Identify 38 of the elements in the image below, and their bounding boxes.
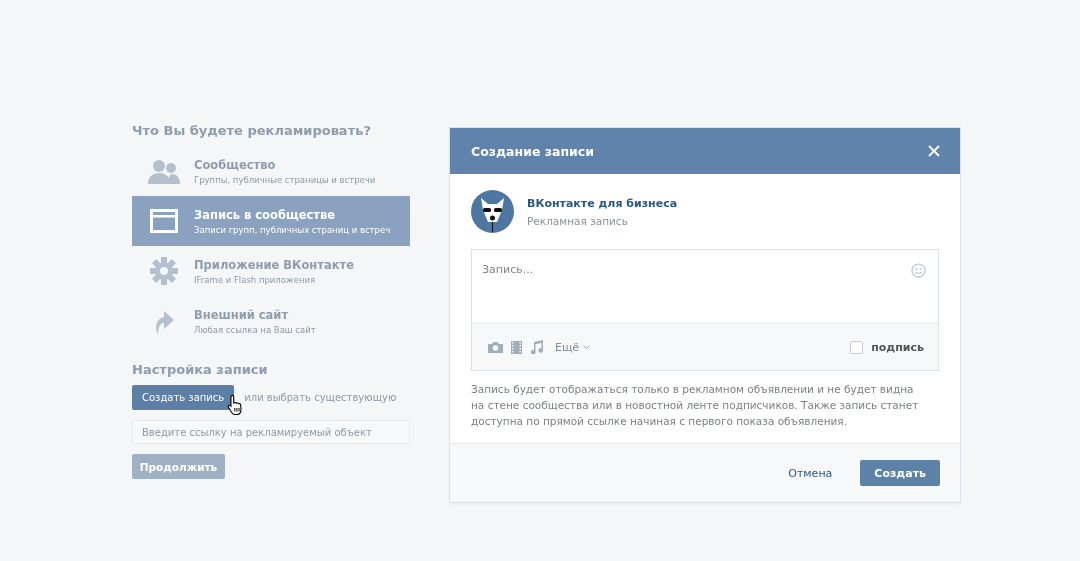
close-icon[interactable] — [928, 145, 940, 157]
ad-type-option[interactable]: Приложение ВКонтакте IFrame и Flash приложения — [132, 246, 410, 296]
window-icon — [148, 209, 180, 233]
chevron-down-icon — [583, 344, 591, 350]
gear-icon — [148, 257, 180, 285]
cancel-button[interactable]: Отмена — [782, 465, 839, 481]
ad-type-option[interactable]: Запись в сообществе Записи групп, публичных страниц и встреч — [132, 196, 410, 246]
signature-checkbox[interactable] — [850, 340, 864, 354]
camera-icon[interactable] — [488, 341, 503, 353]
choose-existing-text: или выбрать существующую — [244, 392, 397, 403]
option-description: IFrame и Flash приложения — [194, 274, 317, 285]
option-title: Сообщество — [194, 157, 277, 172]
option-description: Группы, публичные страницы и встречи — [194, 174, 376, 185]
ad-type-option[interactable]: Внешний сайт Любая ссылка на Ваш сайт — [132, 296, 410, 346]
signature-label: подпись — [871, 340, 924, 354]
more-menu[interactable]: Ещё — [555, 340, 591, 354]
link-field[interactable]: Введите ссылку на рекламируемый объект — [132, 420, 410, 444]
option-description: Любая ссылка на Ваш сайт — [194, 324, 316, 335]
hand-cursor-icon — [227, 394, 244, 415]
info-text: Запись будет отображаться только в рекламном объявлении и не будет видна на стене сообщества или в новостной ленте подписчиков. Также запись станет доступна по прямой ссылке начиная с первого показа объявления. — [471, 382, 920, 429]
ad-type-option[interactable]: Сообщество Группы, публичные страницы и встречи — [132, 146, 410, 196]
post-text-field[interactable]: Запись... — [482, 263, 911, 276]
smiley-icon[interactable] — [911, 263, 926, 278]
option-title: Внешний сайт — [194, 307, 290, 322]
option-title: Приложение ВКонтакте — [194, 257, 354, 272]
section-title: Что Вы будете рекламировать? — [132, 123, 372, 138]
create-post-button[interactable]: Создать запись — [132, 385, 235, 410]
option-title: Запись в сообществе — [194, 207, 337, 222]
avatar-icon — [471, 190, 514, 233]
option-description: Записи групп, публичных страниц и встреч — [194, 224, 391, 235]
create-button[interactable]: Создать — [860, 460, 940, 486]
dialog-title: Создание записи — [471, 143, 595, 159]
people-icon — [148, 158, 180, 184]
section-title: Настройка записи — [132, 362, 269, 377]
film-icon[interactable] — [511, 340, 522, 354]
author-name[interactable]: ВКонтакте для бизнеса — [527, 196, 678, 210]
music-note-icon[interactable] — [530, 340, 543, 354]
author-subtitle: Рекламная запись — [527, 214, 629, 227]
